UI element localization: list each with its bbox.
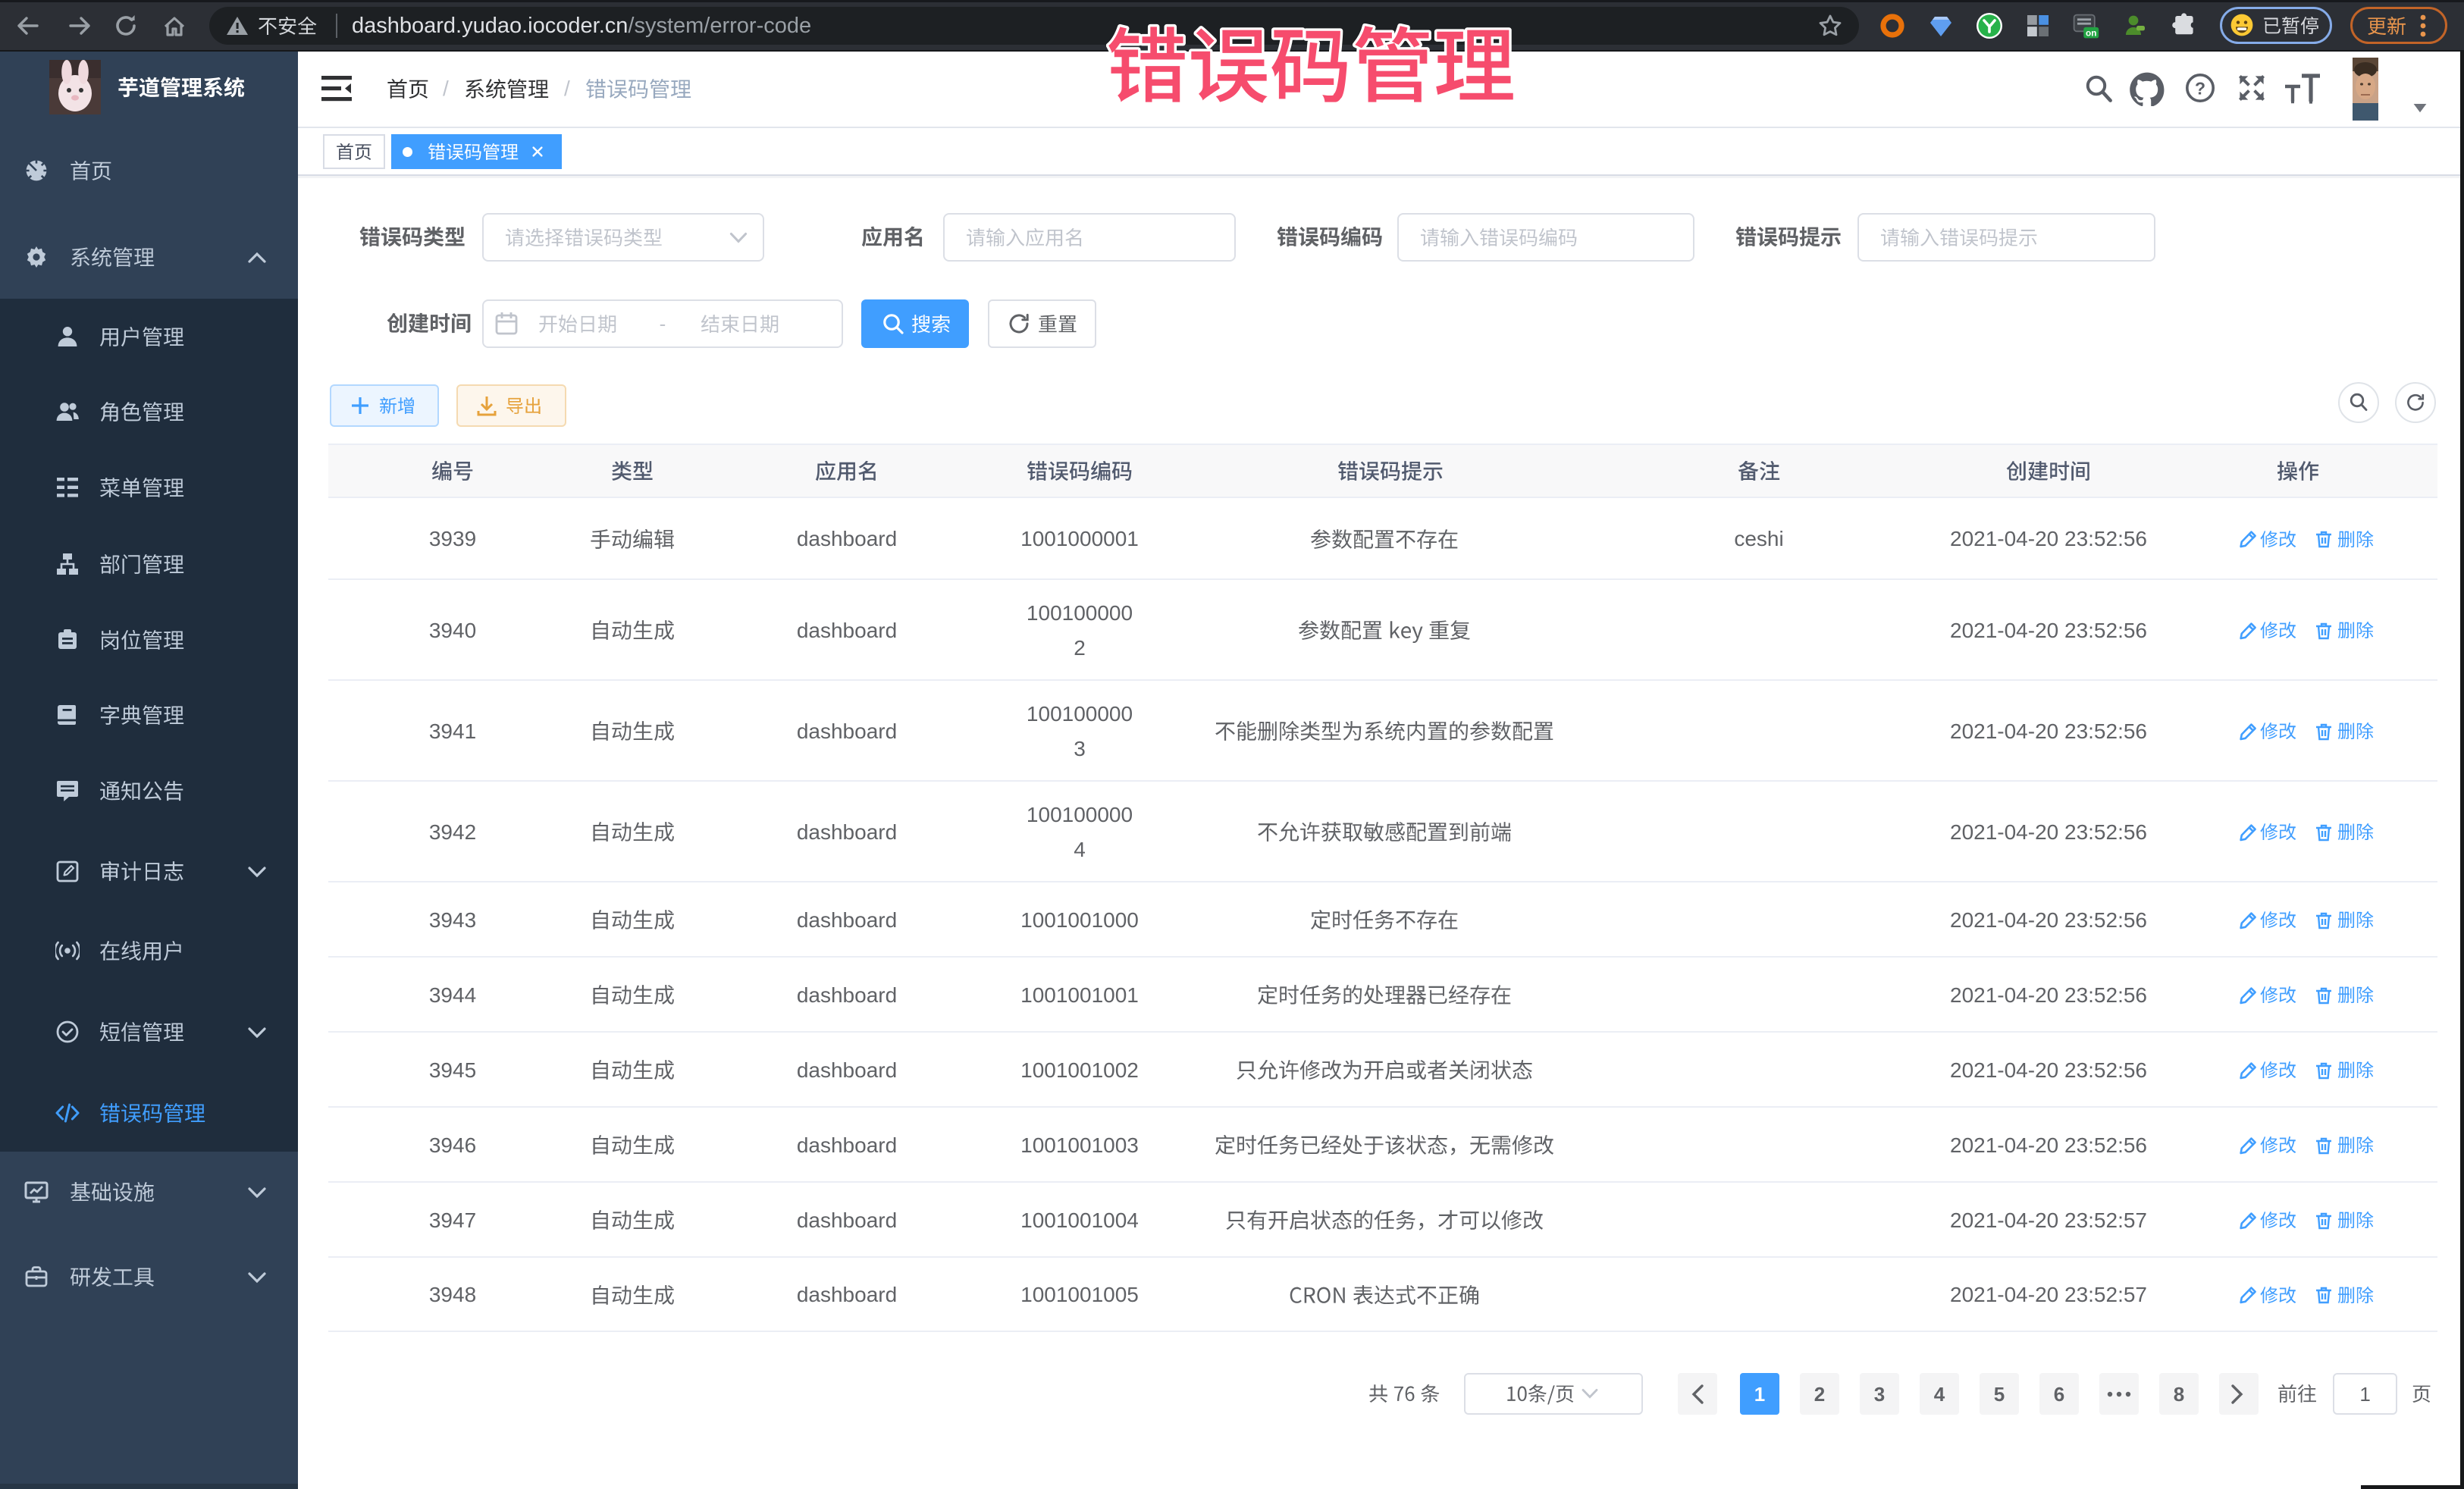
svg-text:?: ?: [2195, 78, 2205, 98]
svg-text:on: on: [2086, 28, 2096, 38]
